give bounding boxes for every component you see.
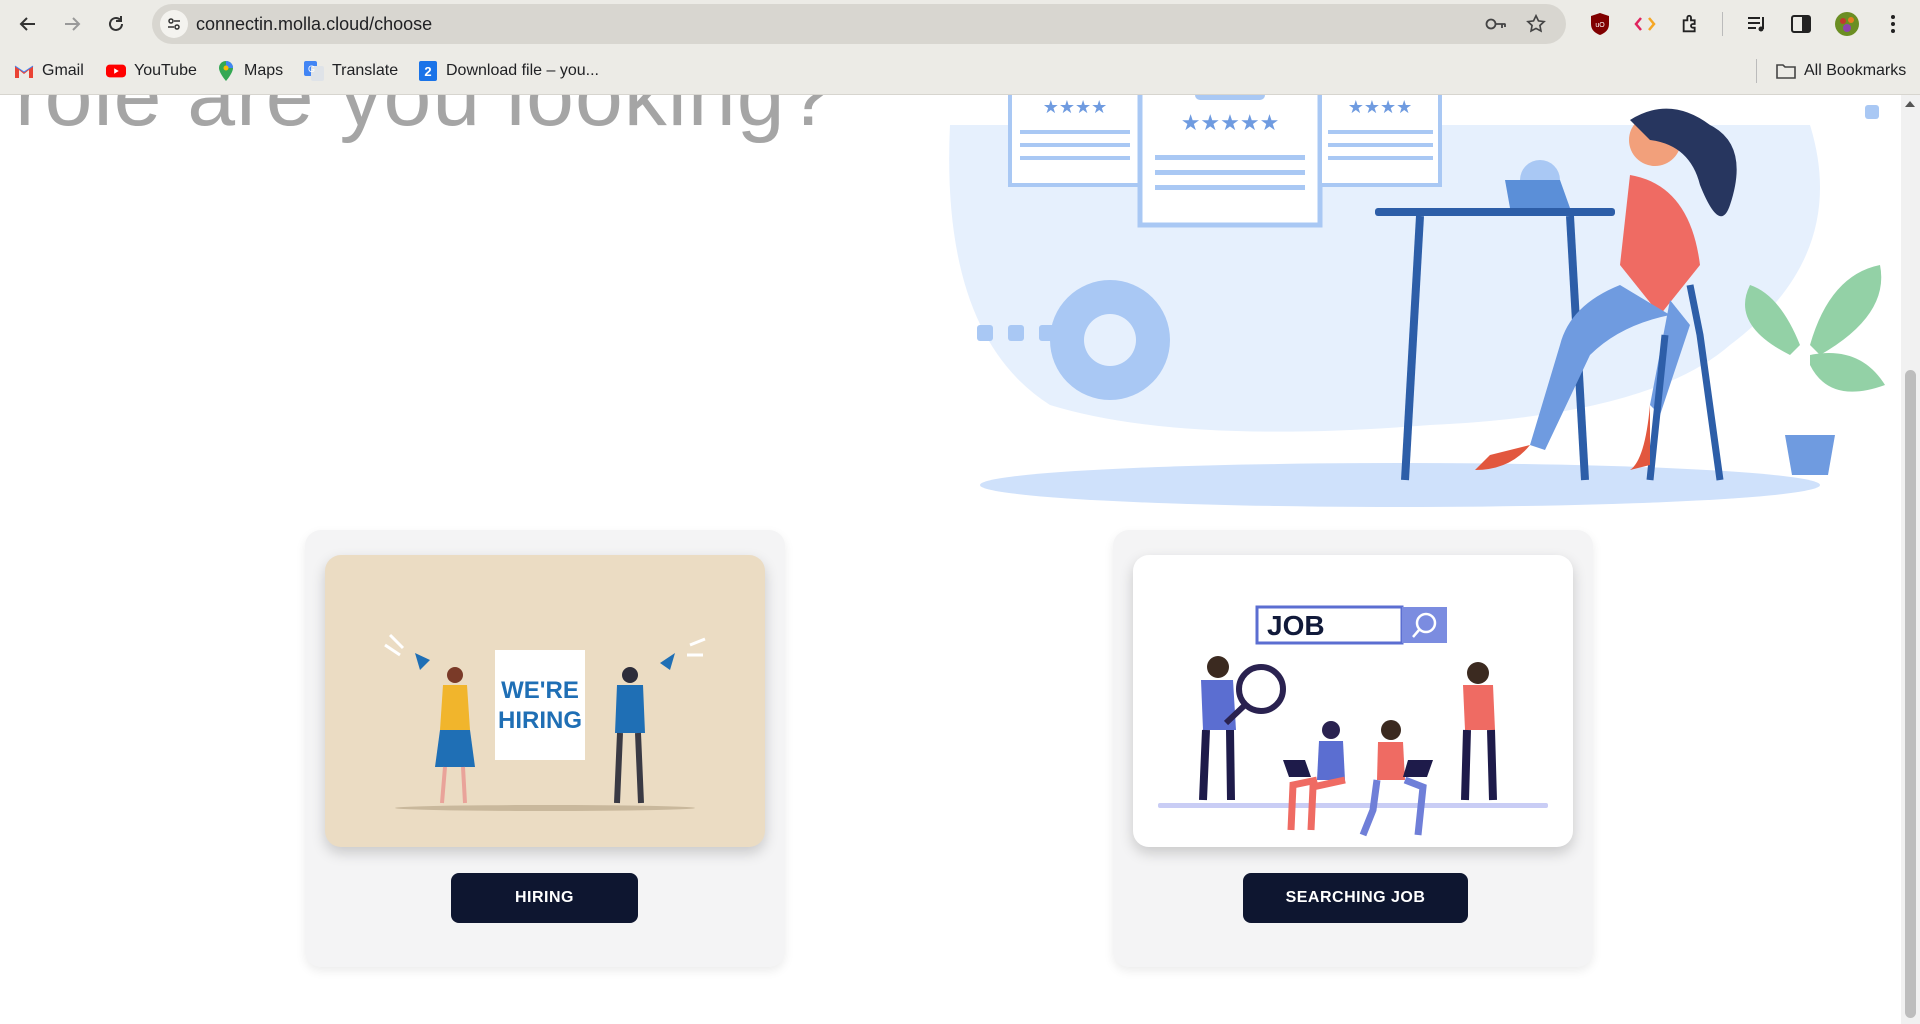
reload-icon <box>109 16 123 31</box>
job-search-text: JOB <box>1267 610 1325 641</box>
svg-text:uO: uO <box>1595 22 1605 29</box>
bookmark-label: Maps <box>244 62 284 79</box>
searching-job-card: JOB SEARCHING JOB <box>1113 530 1593 967</box>
extensions-puzzle-icon[interactable] <box>1676 9 1706 39</box>
job-search-illustration: JOB <box>1133 555 1573 847</box>
hiring-illustration: WE'RE HIRING <box>325 555 765 847</box>
profile-avatar[interactable] <box>1832 9 1862 39</box>
gear-icon <box>1050 280 1170 400</box>
svg-text:G: G <box>308 64 315 74</box>
maps-icon <box>216 61 236 81</box>
bookmark-translate[interactable]: G Translate <box>304 57 398 85</box>
hiring-button[interactable]: HIRING <box>451 873 638 923</box>
translate-icon: G <box>304 61 324 81</box>
bookmarks-divider <box>1756 59 1757 83</box>
hero-heading: role are you looking? <box>15 95 835 144</box>
tune-icon <box>168 18 180 30</box>
bookmark-star-icon[interactable] <box>1524 12 1548 36</box>
bookmark-maps[interactable]: Maps <box>216 57 283 85</box>
forward-button[interactable] <box>56 8 88 40</box>
media-controls-icon[interactable] <box>1742 9 1772 39</box>
code-extension-icon[interactable] <box>1630 9 1660 39</box>
bookmark-download-file[interactable]: 2 Download file – you... <box>418 57 599 85</box>
svg-text:2: 2 <box>424 64 431 79</box>
gmail-icon <box>14 61 34 81</box>
plant-icon <box>1745 265 1885 475</box>
svg-text:★★★★: ★★★★ <box>1348 97 1413 118</box>
svg-text:★★★★★: ★★★★★ <box>1181 111 1280 136</box>
bookmark-label: Gmail <box>42 62 84 79</box>
were-hiring-sign-text-1: WE'RE <box>501 677 579 704</box>
bookmarks-bar: Gmail YouTube Maps G Translate 2 Downloa… <box>0 47 1920 95</box>
svg-text:★★★★: ★★★★ <box>1043 97 1108 118</box>
folder-icon <box>1776 61 1796 81</box>
site-info-button[interactable] <box>160 10 188 38</box>
page-viewport: role are you looking? ★★★★ ★★★★★ ★★★★ WE… <box>0 95 1901 1024</box>
side-panel-icon[interactable] <box>1786 9 1816 39</box>
all-bookmarks-button[interactable]: All Bookmarks <box>1776 57 1906 85</box>
bookmark-gmail[interactable]: Gmail <box>14 57 84 85</box>
scroll-up-arrow-icon[interactable] <box>1905 101 1915 107</box>
page-scrollbar[interactable] <box>1901 95 1920 1024</box>
chrome-menu-icon[interactable] <box>1878 9 1908 39</box>
bookmark-label: Download file – you... <box>446 62 599 79</box>
were-hiring-sign-text-2: HIRING <box>498 707 582 734</box>
back-arrow-icon <box>19 17 35 31</box>
bookmark-youtube[interactable]: YouTube <box>106 57 197 85</box>
back-button[interactable] <box>12 8 44 40</box>
forward-arrow-icon <box>65 17 81 31</box>
searching-job-button[interactable]: SEARCHING JOB <box>1243 873 1468 923</box>
youtube-icon <box>106 61 126 81</box>
scrollbar-thumb[interactable] <box>1905 370 1916 1018</box>
bookmark-label: Translate <box>332 62 399 79</box>
hero-illustration: ★★★★ ★★★★★ ★★★★ <box>949 95 1885 507</box>
download-file-icon: 2 <box>418 61 438 81</box>
hiring-card: WE'RE HIRING HIRING <box>305 530 785 967</box>
bookmark-label: YouTube <box>134 62 197 79</box>
url-text[interactable]: connectin.molla.cloud/choose <box>196 14 432 35</box>
address-bar[interactable]: connectin.molla.cloud/choose <box>152 4 1566 44</box>
browser-toolbar: connectin.molla.cloud/choose uO <box>0 0 1920 47</box>
reload-button[interactable] <box>100 8 132 40</box>
ublock-extension-icon[interactable]: uO <box>1585 9 1615 39</box>
password-key-icon[interactable] <box>1484 12 1508 36</box>
toolbar-divider <box>1722 12 1723 36</box>
all-bookmarks-label: All Bookmarks <box>1804 62 1907 79</box>
